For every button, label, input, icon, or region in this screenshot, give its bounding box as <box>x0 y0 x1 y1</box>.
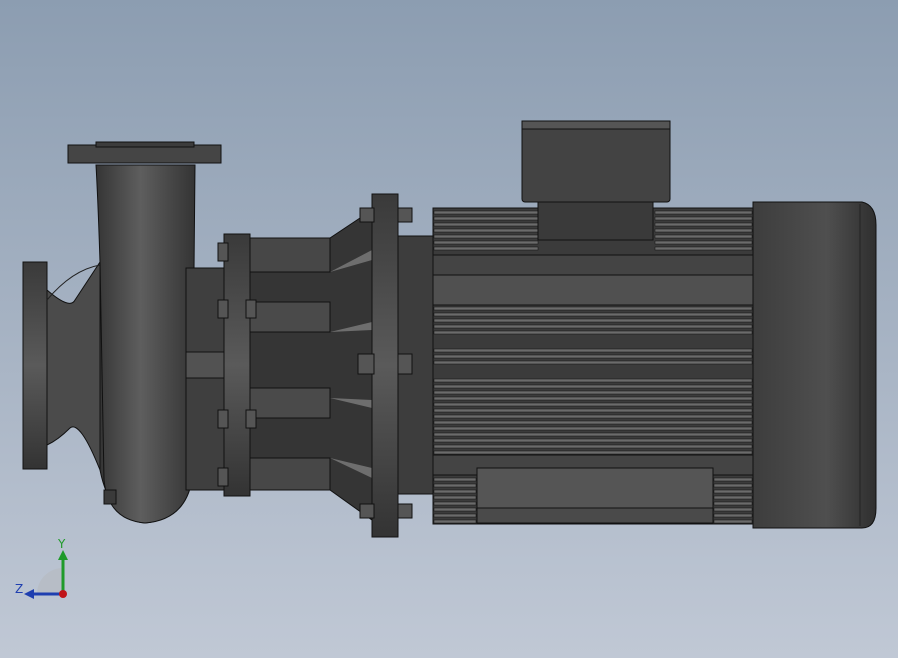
y-axis-arrowhead <box>58 550 68 560</box>
cooling-fin <box>433 234 539 239</box>
y-axis-label: Y <box>58 537 66 551</box>
cooling-fin <box>433 495 477 500</box>
cooling-fin <box>433 501 477 506</box>
cooling-fin <box>433 420 753 425</box>
graphics-viewport[interactable]: Y Z <box>0 0 898 658</box>
z-axis-arrowhead <box>24 589 34 599</box>
cooling-fin <box>433 312 753 317</box>
cooling-fin <box>433 222 539 227</box>
cooling-fin <box>713 477 753 482</box>
cooling-fin <box>433 519 477 524</box>
cooling-fin <box>654 228 753 233</box>
cooling-fin <box>433 507 477 512</box>
cooling-fin <box>433 216 539 221</box>
cooling-fin <box>433 210 539 215</box>
pump-volute-casing[interactable] <box>95 164 196 524</box>
cooling-fin <box>654 246 753 251</box>
cooling-fin <box>433 330 753 335</box>
cooling-fin <box>433 378 753 383</box>
orientation-triad[interactable]: Y Z <box>10 536 80 606</box>
cooling-fin <box>433 426 753 431</box>
pump-side-flange[interactable] <box>223 233 251 497</box>
cooling-fin <box>713 507 753 512</box>
cooling-fin <box>433 402 753 407</box>
cooling-fin <box>433 483 477 488</box>
cooling-fin <box>433 348 753 353</box>
cooling-fin <box>433 408 753 413</box>
motor-fan-cover[interactable] <box>752 201 877 529</box>
cooling-fin <box>433 414 753 419</box>
cooling-fin <box>433 432 753 437</box>
cooling-fin <box>433 246 539 251</box>
cooling-fin <box>433 444 753 449</box>
cooling-fin <box>433 240 539 245</box>
cooling-fin <box>433 396 753 401</box>
cooling-fin <box>433 477 477 482</box>
suction-flange[interactable] <box>22 260 101 471</box>
cooling-fin <box>433 306 753 311</box>
cooling-fin <box>654 234 753 239</box>
cooling-fin <box>433 384 753 389</box>
cooling-fin <box>433 318 753 323</box>
cooling-fin <box>654 210 753 215</box>
lantern-housing-ribs[interactable] <box>249 209 373 521</box>
cooling-fin <box>713 501 753 506</box>
pump-motor-assembly-model[interactable] <box>0 0 898 658</box>
motor-nameplate-block[interactable] <box>476 467 714 524</box>
terminal-box[interactable] <box>521 120 671 241</box>
x-axis-point <box>59 590 67 598</box>
cooling-fin <box>713 489 753 494</box>
cooling-fin <box>433 390 753 395</box>
cooling-fin <box>433 450 753 455</box>
cooling-fin <box>433 360 753 365</box>
cooling-fin <box>433 438 753 443</box>
cooling-fin <box>433 489 477 494</box>
cooling-fin <box>654 240 753 245</box>
triad-plane-indicator <box>37 568 63 594</box>
cooling-fin <box>433 324 753 329</box>
z-axis-label: Z <box>15 582 24 596</box>
discharge-flange[interactable] <box>67 141 222 164</box>
cooling-fin <box>713 519 753 524</box>
cooling-fin <box>433 228 539 233</box>
cooling-fin <box>713 495 753 500</box>
cooling-fin <box>654 222 753 227</box>
cooling-fin <box>433 354 753 359</box>
cooling-fin <box>654 216 753 221</box>
cooling-fin <box>433 513 477 518</box>
cooling-fin <box>713 513 753 518</box>
cooling-fin <box>713 483 753 488</box>
